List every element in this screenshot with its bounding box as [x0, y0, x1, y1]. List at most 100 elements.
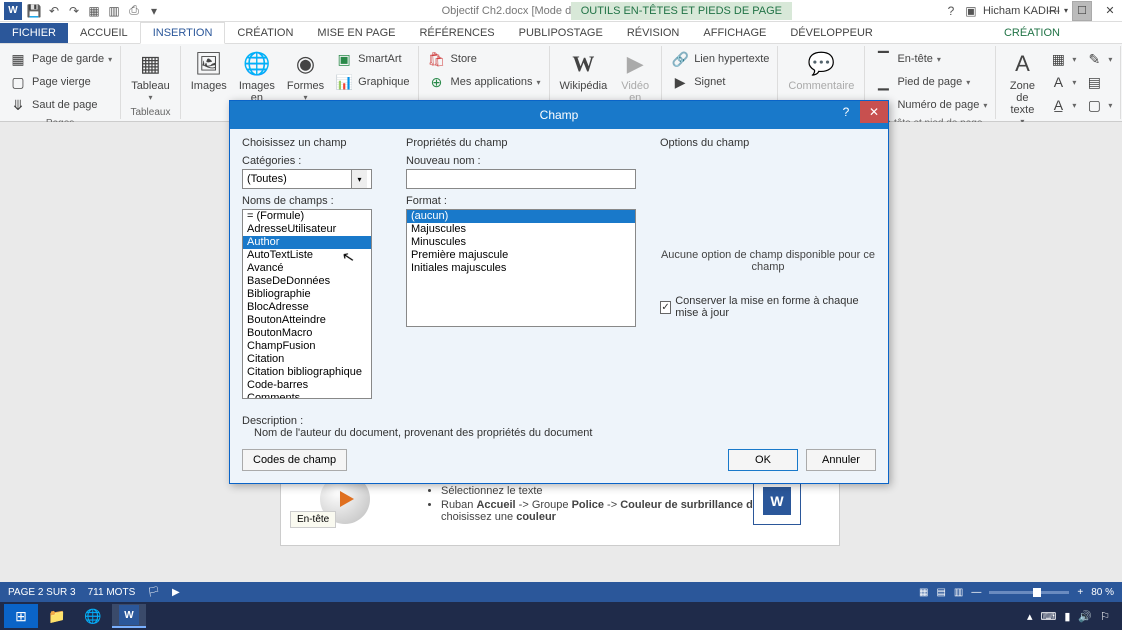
format-item[interactable]: (aucun) — [407, 210, 635, 223]
macro-icon[interactable]: ▶ — [172, 587, 180, 598]
blank-page-button[interactable]: ▢Page vierge — [6, 71, 114, 93]
signature-icon: ✎ — [1084, 49, 1104, 69]
tab-developer[interactable]: DÉVELOPPEUR — [778, 23, 885, 43]
qat-icon[interactable]: ⎙ — [126, 3, 142, 19]
my-apps-button[interactable]: ⊕Mes applications▾ — [425, 71, 543, 93]
images-button[interactable]: 🖼Images — [187, 48, 231, 94]
field-item[interactable]: AdresseUtilisateur — [243, 223, 371, 236]
text-small-button[interactable]: ✎▾ — [1082, 48, 1114, 70]
tab-mailings[interactable]: PUBLIPOSTAGE — [507, 23, 615, 43]
zoom-out-button[interactable]: — — [971, 587, 981, 598]
field-codes-button[interactable]: Codes de champ — [242, 449, 347, 471]
field-item[interactable]: BlocAdresse — [243, 301, 371, 314]
qat-icon[interactable]: ▥ — [106, 3, 122, 19]
tray-keyboard-icon[interactable]: ⌨ — [1040, 610, 1056, 623]
task-word[interactable]: W — [112, 604, 146, 628]
zoom-in-button[interactable]: + — [1077, 587, 1083, 598]
store-button[interactable]: 🛍Store — [425, 48, 543, 70]
cover-page-button[interactable]: ▦Page de garde▾ — [6, 48, 114, 70]
video-icon: ▶ — [619, 50, 651, 78]
preserve-formatting-checkbox[interactable]: ✓ Conserver la mise en forme à chaque mi… — [660, 295, 876, 319]
maximize-button[interactable]: ☐ — [1070, 3, 1094, 19]
tab-header-tools[interactable]: CRÉATION — [992, 23, 1072, 43]
footer-button[interactable]: ▁Pied de page▾ — [871, 71, 989, 93]
hyperlink-button[interactable]: 🔗Lien hypertexte — [668, 48, 771, 70]
qat-icon[interactable]: ▦ — [86, 3, 102, 19]
textbox-button[interactable]: AZone de texte▾ — [1002, 48, 1042, 129]
tray-net-icon[interactable]: ▮ — [1064, 610, 1070, 623]
view-web-icon[interactable]: ▥ — [954, 587, 963, 598]
header-button[interactable]: ▔En-tête▾ — [871, 48, 989, 70]
ribbon-options-icon[interactable]: ▣ — [963, 3, 979, 19]
textbox-icon: A — [1006, 50, 1038, 78]
field-dialog: Champ ? ✕ Choisissez un champ Catégories… — [229, 100, 889, 484]
language-icon[interactable]: 🏳 — [147, 587, 160, 598]
text-small-button[interactable]: ▤ — [1082, 71, 1114, 93]
cancel-button[interactable]: Annuler — [806, 449, 876, 471]
new-name-input[interactable] — [406, 169, 636, 189]
dialog-help-button[interactable]: ? — [832, 101, 860, 123]
format-item[interactable]: Première majuscule — [407, 249, 635, 262]
page-break-button[interactable]: ⤋Saut de page — [6, 94, 114, 116]
redo-icon[interactable]: ↷ — [66, 3, 82, 19]
wikipedia-button[interactable]: WWikipédia — [556, 48, 612, 94]
new-name-label: Nouveau nom : — [406, 155, 646, 167]
word-count[interactable]: 711 MOTS — [88, 587, 136, 598]
format-listbox[interactable]: (aucun)MajusculesMinusculesPremière maju… — [406, 209, 636, 327]
tab-references[interactable]: RÉFÉRENCES — [407, 23, 506, 43]
zoom-level[interactable]: 80 % — [1091, 587, 1114, 598]
tab-layout[interactable]: MISE EN PAGE — [305, 23, 407, 43]
smartart-button[interactable]: ▣SmartArt — [332, 48, 411, 70]
field-item[interactable]: ChampFusion — [243, 340, 371, 353]
bookmark-button[interactable]: ▶Signet — [668, 71, 771, 93]
text-small-button[interactable]: A▾ — [1046, 71, 1078, 93]
field-item[interactable]: Code-barres — [243, 379, 371, 392]
undo-icon[interactable]: ↶ — [46, 3, 62, 19]
field-item[interactable]: Comments — [243, 392, 371, 399]
minimize-button[interactable]: — — [1042, 3, 1066, 19]
table-button[interactable]: ▦Tableau▾ — [127, 48, 174, 105]
ok-button[interactable]: OK — [728, 449, 798, 471]
field-item[interactable]: Bibliographie — [243, 288, 371, 301]
tab-file[interactable]: FICHIER — [0, 23, 68, 43]
field-names-listbox[interactable]: = (Formule)AdresseUtilisateurAuthorAutoT… — [242, 209, 372, 399]
dialog-close-button[interactable]: ✕ — [860, 101, 888, 123]
task-explorer[interactable]: 📁 — [40, 604, 74, 628]
task-browser[interactable]: 🌐 — [76, 604, 110, 628]
field-item[interactable]: BoutonMacro — [243, 327, 371, 340]
field-item[interactable]: Citation — [243, 353, 371, 366]
text-small-button[interactable]: A̲▾ — [1046, 94, 1078, 116]
chart-button[interactable]: 📊Graphique — [332, 71, 411, 93]
save-icon[interactable]: 💾 — [26, 3, 42, 19]
tab-review[interactable]: RÉVISION — [615, 23, 692, 43]
view-read-icon[interactable]: ▤ — [936, 587, 945, 598]
field-item[interactable]: Citation bibliographique — [243, 366, 371, 379]
shapes-button[interactable]: ◉Formes▾ — [283, 48, 328, 105]
field-item[interactable]: BoutonAtteindre — [243, 314, 371, 327]
tab-insert[interactable]: INSERTION — [140, 22, 226, 44]
text-small-button[interactable]: ▦▾ — [1046, 48, 1078, 70]
tab-home[interactable]: ACCUEIL — [68, 23, 140, 43]
page-status[interactable]: PAGE 2 SUR 3 — [8, 587, 76, 598]
tab-creation[interactable]: CRÉATION — [225, 23, 305, 43]
format-item[interactable]: Minuscules — [407, 236, 635, 249]
dialog-titlebar[interactable]: Champ ? ✕ — [230, 101, 888, 129]
tray-up-icon[interactable]: ▴ — [1027, 610, 1033, 623]
help-icon[interactable]: ? — [943, 3, 959, 19]
qat-dropdown-icon[interactable]: ▾ — [146, 3, 162, 19]
zoom-slider[interactable] — [989, 591, 1069, 594]
format-item[interactable]: Majuscules — [407, 223, 635, 236]
comment-button[interactable]: 💬Commentaire — [784, 48, 858, 94]
format-item[interactable]: Initiales majuscules — [407, 262, 635, 275]
tray-volume-icon[interactable]: 🔊 — [1078, 610, 1092, 623]
field-item[interactable]: = (Formule) — [243, 210, 371, 223]
tab-view[interactable]: AFFICHAGE — [691, 23, 778, 43]
start-button[interactable]: ⊞ — [4, 604, 38, 628]
tray-flag-icon[interactable]: ⚐ — [1100, 610, 1110, 623]
field-item[interactable]: BaseDeDonnées — [243, 275, 371, 288]
view-print-icon[interactable]: ▦ — [919, 587, 928, 598]
text-small-button[interactable]: ▢▾ — [1082, 94, 1114, 116]
close-button[interactable]: ✕ — [1098, 3, 1122, 19]
page-number-button[interactable]: #Numéro de page▾ — [871, 94, 989, 116]
categories-combo[interactable]: (Toutes) ▾ — [242, 169, 372, 189]
